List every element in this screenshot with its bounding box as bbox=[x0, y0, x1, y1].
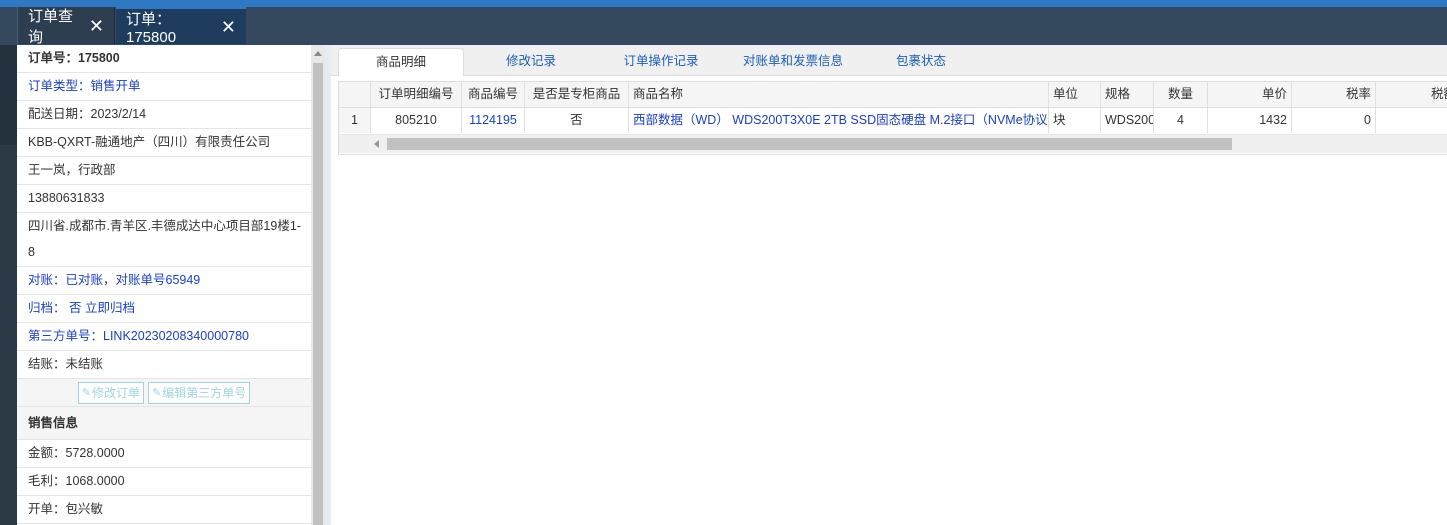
sales-amount: 金额：5728.0000 bbox=[17, 440, 311, 468]
col-header-spec[interactable]: 规格 bbox=[1101, 82, 1154, 107]
col-header-tax-rate[interactable]: 税率 bbox=[1292, 82, 1376, 107]
row-index: 1 bbox=[339, 108, 371, 133]
company-name: KBB-QXRT-融通地产（四川）有限责任公司 bbox=[17, 129, 311, 157]
col-header-qty[interactable]: 数量 bbox=[1154, 82, 1208, 107]
col-header-price[interactable]: 单价 bbox=[1208, 82, 1292, 107]
col-header-index bbox=[339, 82, 371, 107]
cell-spec: WDS200T3X0E bbox=[1101, 108, 1154, 133]
scroll-up-arrow-icon[interactable] bbox=[314, 51, 322, 56]
scroll-thumb[interactable] bbox=[313, 63, 323, 525]
col-header-product-no[interactable]: 商品编号 bbox=[462, 82, 525, 107]
left-panel-scrollbar[interactable] bbox=[311, 45, 325, 525]
col-header-name[interactable]: 商品名称 bbox=[629, 82, 1049, 107]
edit-third-party-button[interactable]: ✎ 编辑第三方单号 bbox=[148, 381, 251, 404]
product-grid: 订单明细编号 商品编号 是否是专柜商品 商品名称 单位 规格 数量 单价 税率 … bbox=[338, 81, 1447, 155]
cell-is-counter: 否 bbox=[525, 108, 629, 133]
settle-status: 结账：未结账 bbox=[17, 351, 311, 379]
scroll-left-arrow-icon[interactable] bbox=[374, 140, 379, 148]
delivery-date: 配送日期：2023/2/14 bbox=[17, 101, 311, 129]
order-info-panel: 订单号：175800 订单类型：销售开单 配送日期：2023/2/14 KBB-… bbox=[17, 45, 311, 525]
grid-header: 订单明细编号 商品编号 是否是专柜商品 商品名称 单位 规格 数量 单价 税率 … bbox=[339, 82, 1447, 108]
top-accent-strip bbox=[0, 0, 1447, 7]
contact-person: 王一岚，行政部 bbox=[17, 157, 311, 185]
phone-number: 13880631833 bbox=[17, 185, 311, 213]
order-detail-panel: 商品明细 修改记录 订单操作记录 对账单和发票信息 包裹状态 订单明细编号 商品… bbox=[331, 45, 1447, 525]
edit-order-label: 修改订单 bbox=[91, 385, 140, 400]
cell-qty: 4 bbox=[1154, 108, 1208, 133]
sales-info-title: 销售信息 bbox=[17, 407, 311, 440]
col-header-unit[interactable]: 单位 bbox=[1049, 82, 1101, 107]
sidebar-stub bbox=[0, 45, 17, 145]
cell-tax bbox=[1376, 108, 1447, 133]
tab-order-detail[interactable]: 订单：175800 ✕ bbox=[116, 7, 246, 46]
tab-label: 订单查询 bbox=[28, 7, 74, 46]
col-header-tax[interactable]: 税额 bbox=[1376, 82, 1447, 107]
tab-product-detail[interactable]: 商品明细 bbox=[338, 48, 464, 76]
archive-status[interactable]: 归档： 否 立即归档 bbox=[17, 295, 311, 323]
order-issuer: 开单：包兴敏 bbox=[17, 496, 311, 524]
cell-detail-no: 805210 bbox=[371, 108, 462, 133]
order-number: 订单号：175800 bbox=[17, 45, 311, 73]
cell-price: 1432 bbox=[1208, 108, 1292, 133]
edit-order-button[interactable]: ✎ 修改订单 bbox=[77, 381, 144, 404]
close-icon[interactable]: ✕ bbox=[221, 18, 236, 36]
sidebar-stub-lower bbox=[0, 145, 17, 525]
cell-product-name[interactable]: 西部数据（WD） WDS200T3X0E 2TB SSD固态硬盘 M.2接口（N… bbox=[629, 108, 1049, 133]
table-row[interactable]: 1 805210 1124195 否 西部数据（WD） WDS200T3X0E … bbox=[339, 108, 1447, 133]
delivery-address: 四川省.成都市.青羊区.丰德成达中心项目部19楼1-8 bbox=[17, 213, 311, 267]
tab-label: 订单：175800 bbox=[126, 10, 177, 46]
third-party-number[interactable]: 第三方单号：LINK20230208340000780 bbox=[17, 323, 311, 351]
main-content: 订单号：175800 订单类型：销售开单 配送日期：2023/2/14 KBB-… bbox=[17, 45, 1447, 525]
tab-package-status[interactable]: 包裹状态 bbox=[864, 48, 978, 75]
reconcile-status[interactable]: 对账：已对账，对账单号65949 bbox=[17, 267, 311, 295]
tab-order-query[interactable]: 订单查询 ✕ bbox=[17, 7, 115, 46]
edit-icon: ✎ bbox=[81, 386, 91, 399]
scroll-thumb[interactable] bbox=[387, 138, 1232, 150]
cell-product-no[interactable]: 1124195 bbox=[462, 108, 525, 133]
col-header-is-counter[interactable]: 是否是专柜商品 bbox=[525, 82, 629, 107]
cell-tax-rate: 0 bbox=[1292, 108, 1376, 133]
grid-horizontal-scrollbar[interactable] bbox=[339, 134, 1447, 153]
order-type[interactable]: 订单类型：销售开单 bbox=[17, 73, 311, 101]
gross-profit: 毛利：1068.0000 bbox=[17, 468, 311, 496]
tab-modify-log[interactable]: 修改记录 bbox=[472, 48, 590, 75]
close-icon[interactable]: ✕ bbox=[89, 17, 104, 35]
tab-operation-log[interactable]: 订单操作记录 bbox=[599, 48, 723, 75]
cell-unit: 块 bbox=[1049, 108, 1101, 133]
order-actions: ✎ 修改订单 ✎ 编辑第三方单号 bbox=[17, 379, 311, 407]
detail-tabs: 商品明细 修改记录 订单操作记录 对账单和发票信息 包裹状态 bbox=[331, 45, 1447, 76]
edit-icon: ✎ bbox=[152, 386, 162, 399]
edit-third-party-label: 编辑第三方单号 bbox=[162, 385, 247, 400]
col-header-detail-no[interactable]: 订单明细编号 bbox=[371, 82, 462, 107]
tab-statement-invoice[interactable]: 对账单和发票信息 bbox=[733, 48, 853, 75]
